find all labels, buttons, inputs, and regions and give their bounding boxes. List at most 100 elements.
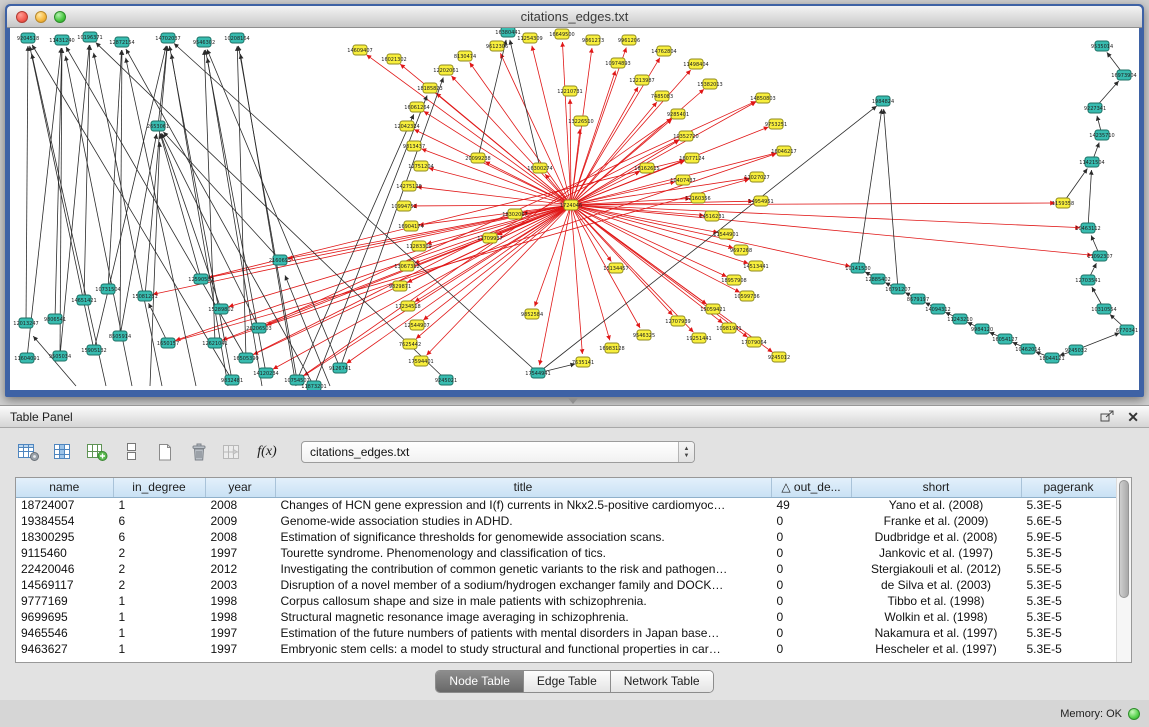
graph-node[interactable]: 16983128 <box>599 343 624 353</box>
column-header-pagerank[interactable]: pagerank <box>1021 478 1116 497</box>
cell-pagerank[interactable]: 5.5E-5 <box>1021 561 1116 577</box>
graph-node[interactable]: 16380441 <box>495 28 520 37</box>
cell-in_degree[interactable]: 2 <box>113 561 205 577</box>
cell-short[interactable]: Hescheler et al. (1997) <box>851 641 1021 657</box>
column-header-in_degree[interactable]: in_degree <box>113 478 205 497</box>
cell-year[interactable]: 2008 <box>205 497 275 513</box>
tab-network-table[interactable]: Network Table <box>611 671 713 692</box>
cell-short[interactable]: Jankovic et al. (1997) <box>851 545 1021 561</box>
graph-edge[interactable] <box>297 114 414 380</box>
graph-node[interactable]: 2653061 <box>147 121 169 131</box>
graph-edge[interactable] <box>571 205 1080 228</box>
close-window-button[interactable] <box>16 11 28 23</box>
function-builder-icon[interactable]: f(x) <box>253 439 281 465</box>
cell-in_degree[interactable]: 6 <box>113 529 205 545</box>
cell-short[interactable]: Yano et al. (2008) <box>851 497 1021 513</box>
graph-node[interactable]: 12160356 <box>685 193 710 203</box>
graph-node[interactable]: 12751204 <box>408 161 433 171</box>
column-header-name[interactable]: name <box>16 478 113 497</box>
cell-year[interactable]: 1998 <box>205 609 275 625</box>
graph-edge[interactable] <box>419 205 571 225</box>
graph-node[interactable]: 9535014 <box>1091 41 1113 51</box>
graph-node[interactable]: 14651421 <box>71 295 96 305</box>
close-panel-icon[interactable]: ✕ <box>1127 410 1139 424</box>
graph-node[interactable]: 6770341 <box>1116 325 1138 335</box>
cell-in_degree[interactable]: 1 <box>113 609 205 625</box>
graph-node[interactable]: 16061264 <box>404 102 429 112</box>
column-header-title[interactable]: title <box>275 478 771 497</box>
cell-in_degree[interactable]: 2 <box>113 577 205 593</box>
cell-short[interactable]: Tibbo et al. (1998) <box>851 593 1021 609</box>
cell-pagerank[interactable]: 5.3E-5 <box>1021 577 1116 593</box>
cell-year[interactable]: 1997 <box>205 545 275 561</box>
cell-year[interactable]: 1998 <box>205 593 275 609</box>
graph-edge[interactable] <box>540 205 571 365</box>
column-header-out_degree[interactable]: △ out_de... <box>771 478 851 497</box>
cell-name[interactable]: 18724007 <box>16 497 113 513</box>
graph-edge[interactable] <box>237 46 246 358</box>
graph-node[interactable]: 9546302 <box>193 37 215 47</box>
cell-name[interactable]: 18300295 <box>16 529 113 545</box>
graph-node[interactable]: 13226510 <box>568 116 593 126</box>
cell-pagerank[interactable]: 5.9E-5 <box>1021 529 1116 545</box>
graph-node[interactable]: 11027027 <box>744 172 769 182</box>
minimize-window-button[interactable] <box>35 11 47 23</box>
graph-node[interactable]: 15289802 <box>208 304 233 314</box>
cell-name[interactable]: 9699695 <box>16 609 113 625</box>
cell-out_degree[interactable]: 0 <box>771 577 851 593</box>
table-row[interactable]: 1872400712008Changes of HCN gene express… <box>16 497 1116 513</box>
graph-node[interactable]: 9126741 <box>329 363 351 373</box>
zoom-window-button[interactable] <box>54 11 66 23</box>
graph-node[interactable]: 12703541 <box>1075 275 1100 285</box>
graph-node[interactable]: 12544907 <box>404 320 429 330</box>
table-row[interactable]: 946362711997Embryonic stem cells: a mode… <box>16 641 1116 657</box>
graph-node[interactable]: 9245032 <box>1065 345 1087 355</box>
tab-node-table[interactable]: Node Table <box>436 671 524 692</box>
graph-node[interactable]: 9861273 <box>582 35 604 45</box>
graph-node[interactable]: 12590581 <box>188 274 213 284</box>
window-titlebar[interactable]: citations_edges.txt <box>7 6 1142 28</box>
graph-node[interactable]: 7485083 <box>651 91 673 101</box>
cell-pagerank[interactable]: 5.3E-5 <box>1021 625 1116 641</box>
graph-edge[interactable] <box>571 205 1092 255</box>
graph-edge[interactable] <box>884 109 898 289</box>
float-panel-icon[interactable] <box>1100 410 1115 423</box>
cell-name[interactable]: 19384554 <box>16 513 113 529</box>
graph-node[interactable]: 18957908 <box>721 275 746 285</box>
graph-node[interactable]: 10463112 <box>1075 223 1100 233</box>
graph-node[interactable]: 9546325 <box>633 330 655 340</box>
table-row[interactable]: 1456911722003Disruption of a novel membe… <box>16 577 1116 593</box>
graph-node[interactable]: 14513441 <box>743 261 768 271</box>
graph-node[interactable]: 16046217 <box>771 146 796 156</box>
graph-node[interactable]: 14762804 <box>651 46 676 56</box>
graph-edge[interactable] <box>429 168 571 205</box>
network-graph[interactable]: 1724046813047496123061125430916649500986… <box>10 28 1139 390</box>
graph-node[interactable]: 12210731 <box>557 86 582 96</box>
graph-node[interactable]: 20099238 <box>465 153 490 163</box>
graph-node[interactable]: 9505034 <box>49 351 71 361</box>
graph-edge[interactable] <box>26 46 28 323</box>
graph-edge[interactable] <box>240 54 296 386</box>
show-columns-icon[interactable] <box>49 439 77 465</box>
graph-node[interactable]: 7625442 <box>399 339 421 349</box>
graph-node[interactable]: 15134457 <box>603 263 628 273</box>
cell-short[interactable]: Franke et al. (2009) <box>851 513 1021 529</box>
scrollbar-thumb[interactable] <box>1119 480 1129 598</box>
table-row[interactable]: 977716911998Corpus callosum shape and si… <box>16 593 1116 609</box>
graph-node[interactable]: 9806541 <box>44 314 66 324</box>
graph-node[interactable]: 11498404 <box>683 59 708 69</box>
graph-node[interactable]: 14516231 <box>699 211 724 221</box>
cell-title[interactable]: Embryonic stem cells: a model to study s… <box>275 641 771 657</box>
cell-pagerank[interactable]: 5.3E-5 <box>1021 641 1116 657</box>
graph-edge[interactable] <box>149 303 168 343</box>
cell-short[interactable]: Nakamura et al. (1997) <box>851 625 1021 641</box>
graph-edge[interactable] <box>171 54 228 386</box>
cell-title[interactable]: Changes of HCN gene expression and I(f) … <box>275 497 771 513</box>
cell-name[interactable]: 9777169 <box>16 593 113 609</box>
graph-node[interactable]: 11243210 <box>947 314 972 324</box>
cell-short[interactable]: de Silva et al. (2003) <box>851 577 1021 593</box>
graph-node[interactable]: 11604091 <box>14 353 39 363</box>
graph-node[interactable]: 16973904 <box>1111 70 1136 80</box>
graph-edge[interactable] <box>163 132 280 260</box>
graph-edge[interactable] <box>126 49 314 386</box>
